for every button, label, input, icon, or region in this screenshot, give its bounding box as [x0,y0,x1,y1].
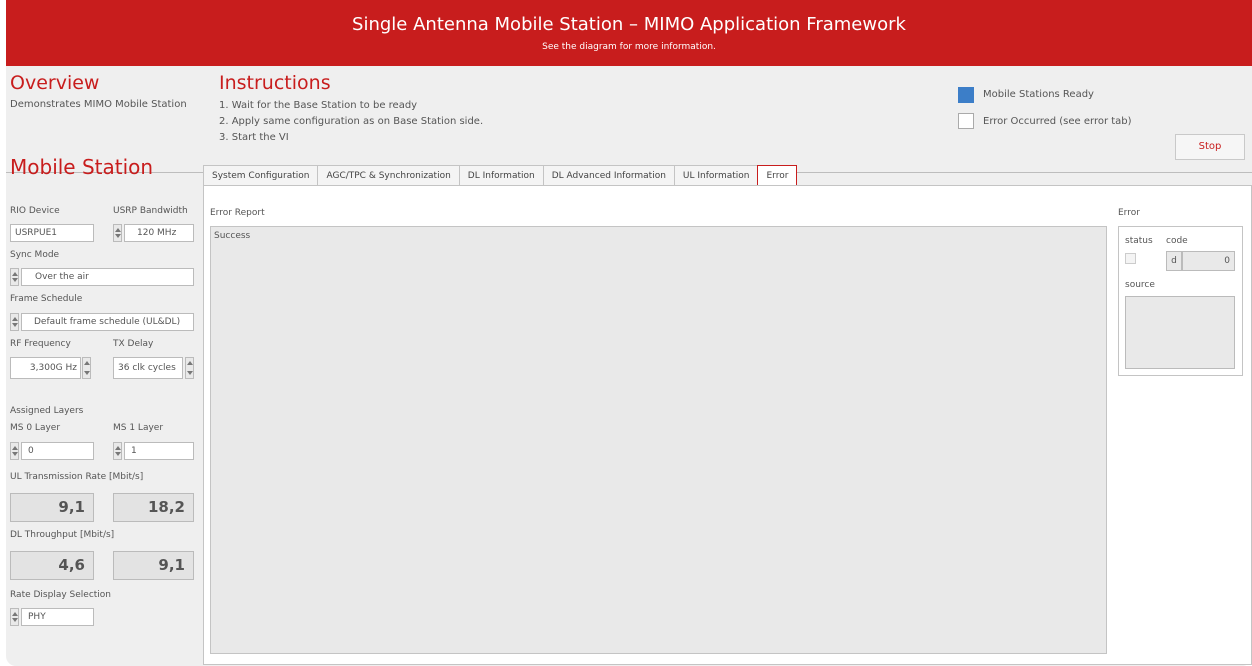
rate-display-select[interactable]: PHY [21,608,94,626]
sync-mode-select[interactable]: Over the air [21,268,194,286]
mobile-station-title: Mobile Station [10,155,154,179]
error-source-label: source [1125,280,1155,290]
rf-frequency-field[interactable]: 3,300G Hz [10,357,81,379]
overview-title: Overview [10,72,100,94]
ms0-layer-stepper[interactable] [10,442,19,460]
tx-delay-stepper[interactable] [185,357,194,379]
ms0-layer-field[interactable]: 0 [21,442,94,460]
instructions-title: Instructions [219,72,331,94]
ms1-layer-label: MS 1 Layer [113,423,164,433]
tab-system-configuration[interactable]: System Configuration [203,165,319,185]
ms1-layer-field[interactable]: 1 [124,442,194,460]
error-status-indicator [1125,253,1136,264]
tab-bar: System Configuration AGC/TPC & Synchroni… [203,165,798,186]
tab-ul-information[interactable]: UL Information [673,165,759,185]
error-occurred-label: Error Occurred (see error tab) [983,116,1132,127]
error-source-field[interactable] [1125,296,1235,369]
ul-rate-ms0-value: 9,1 [10,493,94,522]
tx-delay-label: TX Delay [113,339,154,349]
error-code-radix[interactable]: d [1166,251,1182,271]
error-report-text: Success [214,231,251,241]
sync-mode-label: Sync Mode [10,250,60,260]
tab-dl-information[interactable]: DL Information [458,165,544,185]
sync-mode-stepper[interactable] [10,268,19,286]
app-title: Single Antenna Mobile Station – MIMO App… [352,14,906,35]
stop-button[interactable]: Stop [1175,134,1245,160]
error-report-textarea[interactable]: Success [210,226,1107,654]
tab-error[interactable]: Error [757,165,798,186]
rf-frequency-label: RF Frequency [10,339,71,349]
ul-rate-label: UL Transmission Rate [Mbit/s] [10,472,144,482]
error-status-label: status [1125,236,1153,246]
instruction-step: 2. Apply same configuration as on Base S… [219,116,484,127]
error-code-field[interactable]: 0 [1182,251,1235,271]
ms1-layer-stepper[interactable] [113,442,122,460]
usrp-bandwidth-label: USRP Bandwidth [113,206,188,216]
tab-agc-tpc-synchronization[interactable]: AGC/TPC & Synchronization [317,165,460,185]
rio-device-label: RIO Device [10,206,60,216]
dl-throughput-label: DL Throughput [Mbit/s] [10,530,115,540]
tab-dl-advanced-information[interactable]: DL Advanced Information [542,165,675,185]
overview-description: Demonstrates MIMO Mobile Station [10,99,187,110]
mobile-ready-label: Mobile Stations Ready [983,89,1094,100]
ul-rate-ms1-value: 18,2 [113,493,194,522]
error-occurred-led [958,113,974,129]
instructions-list: 1. Wait for the Base Station to be ready… [219,98,483,146]
instruction-step: 1. Wait for the Base Station to be ready [219,100,418,111]
rate-display-stepper[interactable] [10,608,19,626]
app-subtitle: See the diagram for more information. [542,42,716,52]
rf-frequency-stepper[interactable] [82,357,91,379]
ms0-layer-label: MS 0 Layer [10,423,61,433]
tx-delay-field[interactable]: 36 clk cycles [113,357,183,379]
rate-display-label: Rate Display Selection [10,590,112,600]
usrp-bandwidth-stepper[interactable] [113,224,122,242]
mobile-ready-led [958,87,974,103]
rio-device-field[interactable]: USRPUE1 [10,224,94,242]
frame-schedule-stepper[interactable] [10,313,19,331]
dl-throughput-ms1-value: 9,1 [113,551,194,580]
app-header: Single Antenna Mobile Station – MIMO App… [6,0,1252,66]
frame-schedule-label: Frame Schedule [10,294,83,304]
dl-throughput-ms0-value: 4,6 [10,551,94,580]
error-code-label: code [1166,236,1188,246]
usrp-bandwidth-field[interactable]: 120 MHz [124,224,194,242]
frame-schedule-select[interactable]: Default frame schedule (UL&DL) [21,313,194,331]
error-report-label: Error Report [210,208,265,218]
error-cluster-label: Error [1118,208,1140,218]
instruction-step: 3. Start the VI [219,132,289,143]
assigned-layers-label: Assigned Layers [10,406,84,416]
